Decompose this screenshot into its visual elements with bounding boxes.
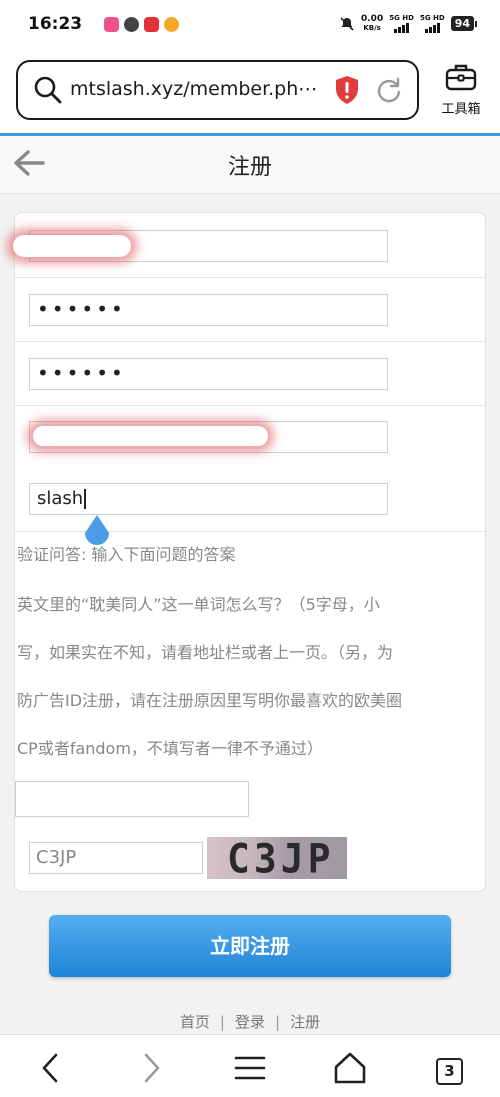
status-bar: 16:23 0.00 KB/s 5G HD 5G HD 94 <box>0 0 500 52</box>
captcha-image-text: C3JP <box>227 837 335 879</box>
form-row-password: •••••• <box>15 278 485 342</box>
network-1: 5G HD <box>389 14 414 33</box>
url-text[interactable]: mtslash.xyz/member.ph⋯ <box>70 78 325 100</box>
footer-link-login[interactable]: 登录 <box>235 1013 265 1031</box>
tabs-button[interactable]: 3 <box>436 1058 463 1085</box>
password-input[interactable]: •••••• <box>29 294 388 326</box>
footer-link-register[interactable]: 注册 <box>290 1013 320 1031</box>
weibo-icon <box>164 17 179 32</box>
network-speed: 0.00 KB/s <box>361 13 384 32</box>
captcha-image[interactable]: C3JP <box>207 837 347 879</box>
toolbox-icon <box>445 64 477 91</box>
footer-separator: | <box>275 1013 281 1031</box>
app-notification-icon <box>144 17 159 32</box>
qa-answer-input[interactable] <box>15 781 249 817</box>
network-2: 5G HD <box>420 14 445 33</box>
redaction-mark <box>33 426 268 446</box>
notification-icons <box>104 17 179 32</box>
signal-icon <box>394 22 410 33</box>
browser-page: 16:23 0.00 KB/s 5G HD 5G HD 94 mtslash.xy… <box>0 0 500 1097</box>
forward-icon[interactable] <box>134 1051 168 1085</box>
register-submit-button[interactable]: 立即注册 <box>49 915 451 977</box>
footer-link-home[interactable]: 首页 <box>180 1013 210 1031</box>
status-indicators: 0.00 KB/s 5G HD 5G HD 94 <box>339 13 478 33</box>
footer-links: 首页 | 登录 | 注册 <box>0 1011 500 1032</box>
page-title: 注册 <box>227 155 272 180</box>
status-time: 16:23 <box>28 14 83 34</box>
security-shield-icon[interactable] <box>334 75 360 105</box>
redaction-mark <box>13 235 131 257</box>
address-bar: mtslash.xyz/member.ph⋯ 工具箱 <box>0 52 500 134</box>
toolbox-label: 工具箱 <box>441 102 481 117</box>
captcha-input[interactable]: C3JP <box>29 842 203 874</box>
search-icon <box>34 76 62 104</box>
app-notification-icon <box>104 17 119 32</box>
toolbox-button[interactable]: 工具箱 <box>436 62 486 117</box>
qa-question-line: 防广告ID注册，请在注册原因里写明你最喜欢的欧美圈 <box>17 691 403 710</box>
reload-icon[interactable] <box>375 76 403 104</box>
confirm-password-input[interactable]: •••••• <box>29 358 388 390</box>
register-reason-input[interactable]: slash <box>29 483 388 515</box>
menu-icon[interactable] <box>233 1051 267 1085</box>
register-reason-value: slash <box>37 488 84 509</box>
form-row-confirm-password: •••••• <box>15 342 485 406</box>
qa-label: 验证问答: 输入下面问题的答案 <box>17 545 236 564</box>
home-icon[interactable] <box>333 1051 367 1085</box>
text-cursor <box>84 489 87 509</box>
qa-question-line: CP或者fandom，不填写者一律不予通过） <box>17 739 323 758</box>
qa-question-line: 英文里的“耽美同人”这一单词怎么写？（5字母，小 <box>17 595 380 614</box>
back-icon[interactable] <box>34 1051 68 1085</box>
battery-icon: 94 <box>450 16 478 31</box>
qa-question-line: 写，如果实在不知，请看地址栏或者上一页。（另，为 <box>17 643 394 662</box>
footer-separator: | <box>219 1013 225 1031</box>
page-header: 注册 <box>0 136 500 194</box>
form-row-username <box>13 213 485 278</box>
mute-bell-icon <box>340 16 354 31</box>
url-field[interactable]: mtslash.xyz/member.ph⋯ <box>16 60 419 120</box>
register-form: •••••• •••••• slash 验证问答: 输入下面问题的答案 英文里的… <box>13 212 486 892</box>
bottom-nav <box>0 1034 500 1097</box>
signal-icon <box>424 22 440 33</box>
app-notification-icon <box>124 17 139 32</box>
